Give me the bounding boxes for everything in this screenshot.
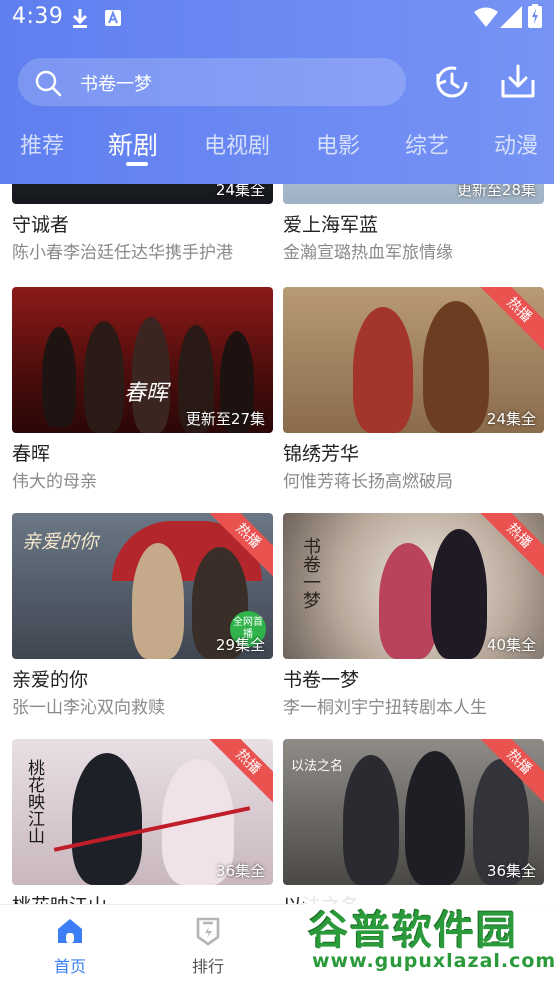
nav-ranking[interactable]: 排行 — [168, 915, 248, 977]
drama-subtitle: 陈小春李治廷任达华携手护港 — [12, 243, 233, 263]
episode-badge: 36集全 — [215, 862, 265, 880]
battery-icon — [528, 4, 542, 28]
poster-title-art: 春晖 — [124, 381, 169, 406]
drama-subtitle: 李一桐刘宇宁扭转剧本人生 — [283, 698, 487, 718]
download-status-icon — [72, 9, 88, 28]
category-tabs: 推荐 新剧 电视剧 电影 综艺 动漫 — [0, 124, 554, 174]
history-button[interactable] — [432, 62, 472, 102]
search-text: 书卷一梦 — [80, 74, 152, 95]
drama-thumbnail: 24集全 — [12, 184, 273, 204]
drama-title: 春晖 — [12, 443, 51, 465]
drama-subtitle: 金瀚宣璐热血军旅情缘 — [283, 243, 453, 263]
drama-thumbnail: 以法之名 热播 36集全 — [283, 739, 544, 885]
drama-title: 爱上海军蓝 — [283, 214, 379, 236]
ranking-icon — [196, 917, 220, 946]
drama-thumbnail: 亲爱的你 全网首播 热播 29集全 — [12, 513, 273, 659]
tab-tv-series[interactable]: 电视剧 — [204, 128, 270, 160]
app-header: 4:39 书卷一梦 推荐 新剧 电视剧 电影 综艺 动漫 — [0, 0, 554, 184]
poster-title-art: 亲爱的你 — [22, 531, 99, 553]
tab-variety[interactable]: 综艺 — [405, 128, 449, 160]
status-time: 4:39 — [12, 4, 64, 29]
episode-badge: 更新至27集 — [185, 410, 265, 428]
watermark-url: www.gupuxlazal.com — [312, 950, 554, 972]
nav-home-label: 首页 — [53, 957, 86, 976]
drama-thumbnail: 更新至28集 — [283, 184, 544, 204]
drama-thumbnail: 热播 24集全 — [283, 287, 544, 433]
search-input[interactable]: 书卷一梦 — [18, 58, 406, 106]
drama-card[interactable]: 春晖 更新至27集 春晖 伟大的母亲 — [12, 287, 273, 494]
poster-title-art: 桃花映江山 — [24, 759, 44, 844]
app-notification-icon — [105, 10, 121, 26]
download-button[interactable] — [498, 62, 538, 102]
search-icon — [35, 70, 62, 97]
drama-card[interactable]: 24集全 守诚者 陈小春李治廷任达华携手护港 — [12, 184, 273, 265]
drama-title: 桃花映江山 — [12, 893, 273, 904]
drama-subtitle: 伟大的母亲 — [12, 472, 97, 492]
signal-icon — [500, 6, 522, 28]
episode-badge: 24集全 — [215, 184, 265, 199]
episode-badge: 29集全 — [215, 636, 265, 654]
tab-recommend[interactable]: 推荐 — [20, 128, 64, 160]
tab-anime[interactable]: 动漫 — [494, 128, 538, 160]
drama-title: 亲爱的你 — [12, 669, 89, 691]
drama-card[interactable]: 亲爱的你 全网首播 热播 29集全 亲爱的你 张一山李沁双向救赎 — [12, 513, 273, 720]
drama-card[interactable]: 更新至28集 爱上海军蓝 金瀚宣璐热血军旅情缘 — [283, 184, 544, 265]
poster-title-art: 书卷一梦 — [300, 537, 321, 609]
nav-ranking-label: 排行 — [191, 957, 224, 976]
site-watermark: 谷普软件园 www.gupuxlazal.com — [304, 896, 554, 982]
active-tab-indicator — [126, 162, 148, 166]
tab-new-drama[interactable]: 新剧 — [108, 126, 158, 162]
episode-badge: 36集全 — [486, 862, 536, 880]
status-bar: 4:39 — [0, 0, 554, 36]
drama-thumbnail: 书卷一梦 热播 40集全 — [283, 513, 544, 659]
drama-title: 守诚者 — [12, 214, 70, 236]
tab-movies[interactable]: 电影 — [316, 128, 360, 160]
drama-card[interactable]: 热播 24集全 锦绣芳华 何惟芳蒋长扬高燃破局 — [283, 287, 544, 494]
poster-title-art: 以法之名 — [291, 759, 344, 774]
drama-thumbnail: 春晖 更新至27集 — [12, 287, 273, 433]
drama-subtitle: 张一山李沁双向救赎 — [12, 698, 165, 718]
drama-title: 书卷一梦 — [283, 669, 360, 691]
drama-grid: 24集全 守诚者 陈小春李治廷任达华携手护港 更新至28集 爱上海军蓝 金瀚宣璐… — [0, 184, 554, 904]
home-icon — [58, 919, 82, 943]
episode-badge: 更新至28集 — [456, 184, 536, 199]
drama-card[interactable]: 以法之名 热播 36集全 以法之名 — [283, 739, 544, 904]
drama-card[interactable]: 书卷一梦 热播 40集全 书卷一梦 李一桐刘宇宁扭转剧本人生 — [283, 513, 544, 720]
wifi-icon — [474, 7, 498, 27]
drama-title: 锦绣芳华 — [283, 443, 360, 465]
watermark-title: 谷普软件园 — [308, 908, 518, 954]
drama-card[interactable]: 桃花映江山 热播 36集全 桃花映江山 — [12, 739, 273, 904]
episode-badge: 40集全 — [486, 636, 536, 654]
drama-thumbnail: 桃花映江山 热播 36集全 — [12, 739, 273, 885]
nav-home[interactable]: 首页 — [30, 915, 110, 977]
episode-badge: 24集全 — [486, 410, 536, 428]
drama-subtitle: 何惟芳蒋长扬高燃破局 — [283, 472, 453, 492]
